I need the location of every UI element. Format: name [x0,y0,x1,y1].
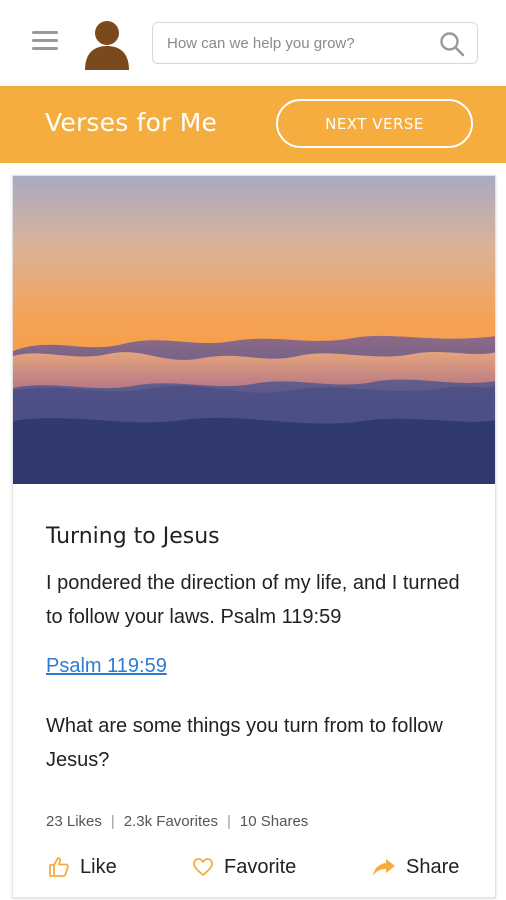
share-arrow-icon [373,859,395,876]
favorite-button[interactable]: Favorite [192,852,296,882]
verses-banner: Verses for Me NEXT VERSE [0,86,506,163]
verse-card: Turning to Jesus I pondered the directio… [12,175,496,898]
thumbs-up-icon [49,857,69,877]
card-title: Turning to Jesus [46,524,220,549]
top-app-bar [0,0,506,86]
page-title: Verses for Me [45,108,218,137]
verse-reference-link[interactable]: Psalm 119:59 [46,655,167,678]
like-label: Like [80,855,117,878]
hamburger-menu-icon[interactable] [32,31,58,53]
engagement-stats: 23 Likes | 2.3k Favorites | 10 Shares [46,813,308,830]
search-box[interactable] [152,22,478,64]
stats-separator: | [110,813,115,830]
favorites-count: 2.3k Favorites [123,813,218,830]
stats-separator: | [227,813,231,830]
reflection-question: What are some things you turn from to fo… [46,715,443,771]
favorite-label: Favorite [224,855,297,878]
verse-text: I pondered the direction of my life, and… [46,572,460,628]
search-input[interactable] [167,23,427,63]
share-label: Share [406,855,460,878]
sunrise-clouds-image [13,176,495,484]
heart-icon [193,858,213,876]
search-icon[interactable] [439,31,465,57]
like-button[interactable]: Like [48,852,117,882]
likes-count: 23 Likes [46,813,102,830]
next-verse-button[interactable]: NEXT VERSE [276,99,473,148]
shares-count: 10 Shares [239,813,309,830]
user-avatar-icon[interactable] [83,18,131,70]
share-button[interactable]: Share [372,852,459,882]
